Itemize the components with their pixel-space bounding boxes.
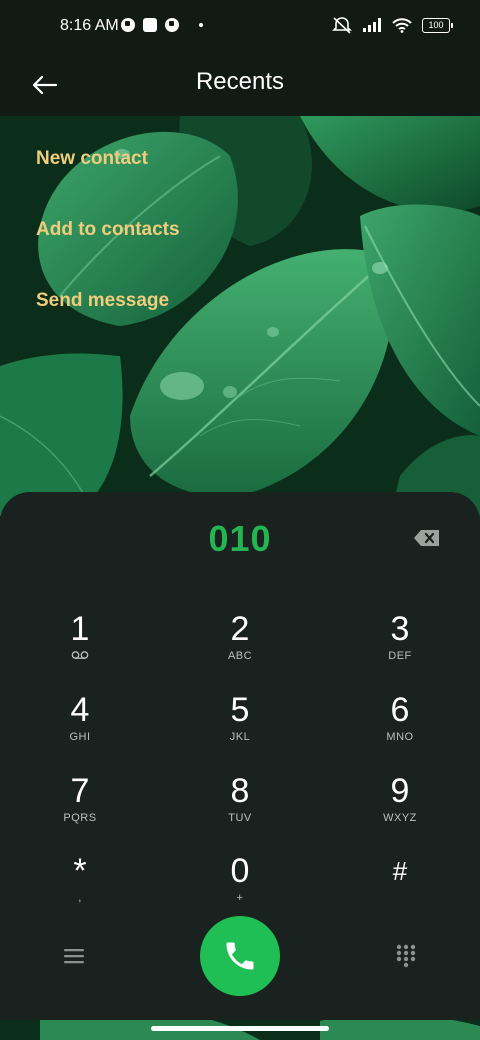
key-5[interactable]: 5 JKL <box>180 691 300 761</box>
key-0[interactable]: 0 + <box>180 852 300 922</box>
key-digit: 0 <box>230 852 250 890</box>
square-notification-icon <box>143 18 157 32</box>
status-bar: 8:16 AM 100 <box>0 0 480 56</box>
key-digit: 8 <box>230 772 250 810</box>
backspace-button[interactable] <box>412 528 442 550</box>
key-digit: * <box>73 852 87 890</box>
backspace-icon <box>414 530 439 546</box>
wifi-icon <box>392 18 412 33</box>
keypad-icon <box>396 944 416 968</box>
key-8[interactable]: 8 TUV <box>180 772 300 842</box>
key-star[interactable]: * , <box>20 852 140 922</box>
dialer-screen: 8:16 AM 100 Recents New contact Add to c… <box>0 0 480 1040</box>
title-bar: Recents <box>0 56 480 116</box>
phone-icon <box>226 942 254 970</box>
key-4[interactable]: 4 GHI <box>20 691 140 761</box>
status-system-icons: 100 <box>332 16 453 34</box>
key-1[interactable]: 1 <box>20 610 140 680</box>
key-digit: 7 <box>70 772 90 810</box>
key-9[interactable]: 9 WXYZ <box>340 772 460 842</box>
key-digit: 2 <box>230 610 250 648</box>
key-2[interactable]: 2 ABC <box>180 610 300 680</box>
key-letters: TUV <box>228 812 252 824</box>
key-letters: JKL <box>229 731 251 743</box>
send-message-action[interactable]: Send message <box>36 290 169 312</box>
signal-icon <box>363 18 381 32</box>
key-letters: WXYZ <box>383 812 417 824</box>
status-time: 8:16 AM <box>60 17 119 34</box>
notification-icon <box>165 18 179 32</box>
dialed-number: 010 <box>208 518 272 559</box>
key-letters: + <box>236 892 244 904</box>
key-letters <box>20 650 140 664</box>
key-letters <box>340 892 460 906</box>
call-button[interactable] <box>200 916 280 996</box>
key-letters: DEF <box>388 650 412 662</box>
key-letters: GHI <box>69 731 91 743</box>
more-notifications-dot-icon <box>199 23 203 27</box>
status-notification-icons <box>121 18 203 32</box>
menu-icon <box>64 949 84 964</box>
key-7[interactable]: 7 PQRS <box>20 772 140 842</box>
page-title: Recents <box>195 68 285 95</box>
key-digit: 4 <box>70 691 90 729</box>
key-digit: 6 <box>390 691 410 729</box>
key-digit: 1 <box>70 610 90 648</box>
key-digit: 5 <box>230 691 250 729</box>
battery-icon: 100 <box>422 17 453 33</box>
key-3[interactable]: 3 DEF <box>340 610 460 680</box>
key-letters: MNO <box>386 731 414 743</box>
key-digit: 3 <box>390 610 410 648</box>
key-hash[interactable]: # <box>340 852 460 922</box>
dialer-panel: 010 1 2 ABC 3 DEF 4 GHI 5 JKL 6 MNO 7 PQ… <box>0 492 480 1020</box>
key-digit: # <box>392 856 408 886</box>
key-letters: ABC <box>227 650 253 662</box>
menu-button[interactable] <box>54 936 94 976</box>
key-letters: PQRS <box>63 812 97 824</box>
voicemail-icon <box>71 651 89 659</box>
notification-icon <box>121 18 135 32</box>
keypad-toggle-button[interactable] <box>386 936 426 976</box>
key-digit: 9 <box>390 772 410 810</box>
key-letters: , <box>78 892 82 904</box>
add-to-contacts-action[interactable]: Add to contacts <box>36 219 180 241</box>
new-contact-action[interactable]: New contact <box>36 148 148 170</box>
mute-icon <box>332 17 352 34</box>
key-6[interactable]: 6 MNO <box>340 691 460 761</box>
home-indicator[interactable] <box>151 1026 329 1031</box>
